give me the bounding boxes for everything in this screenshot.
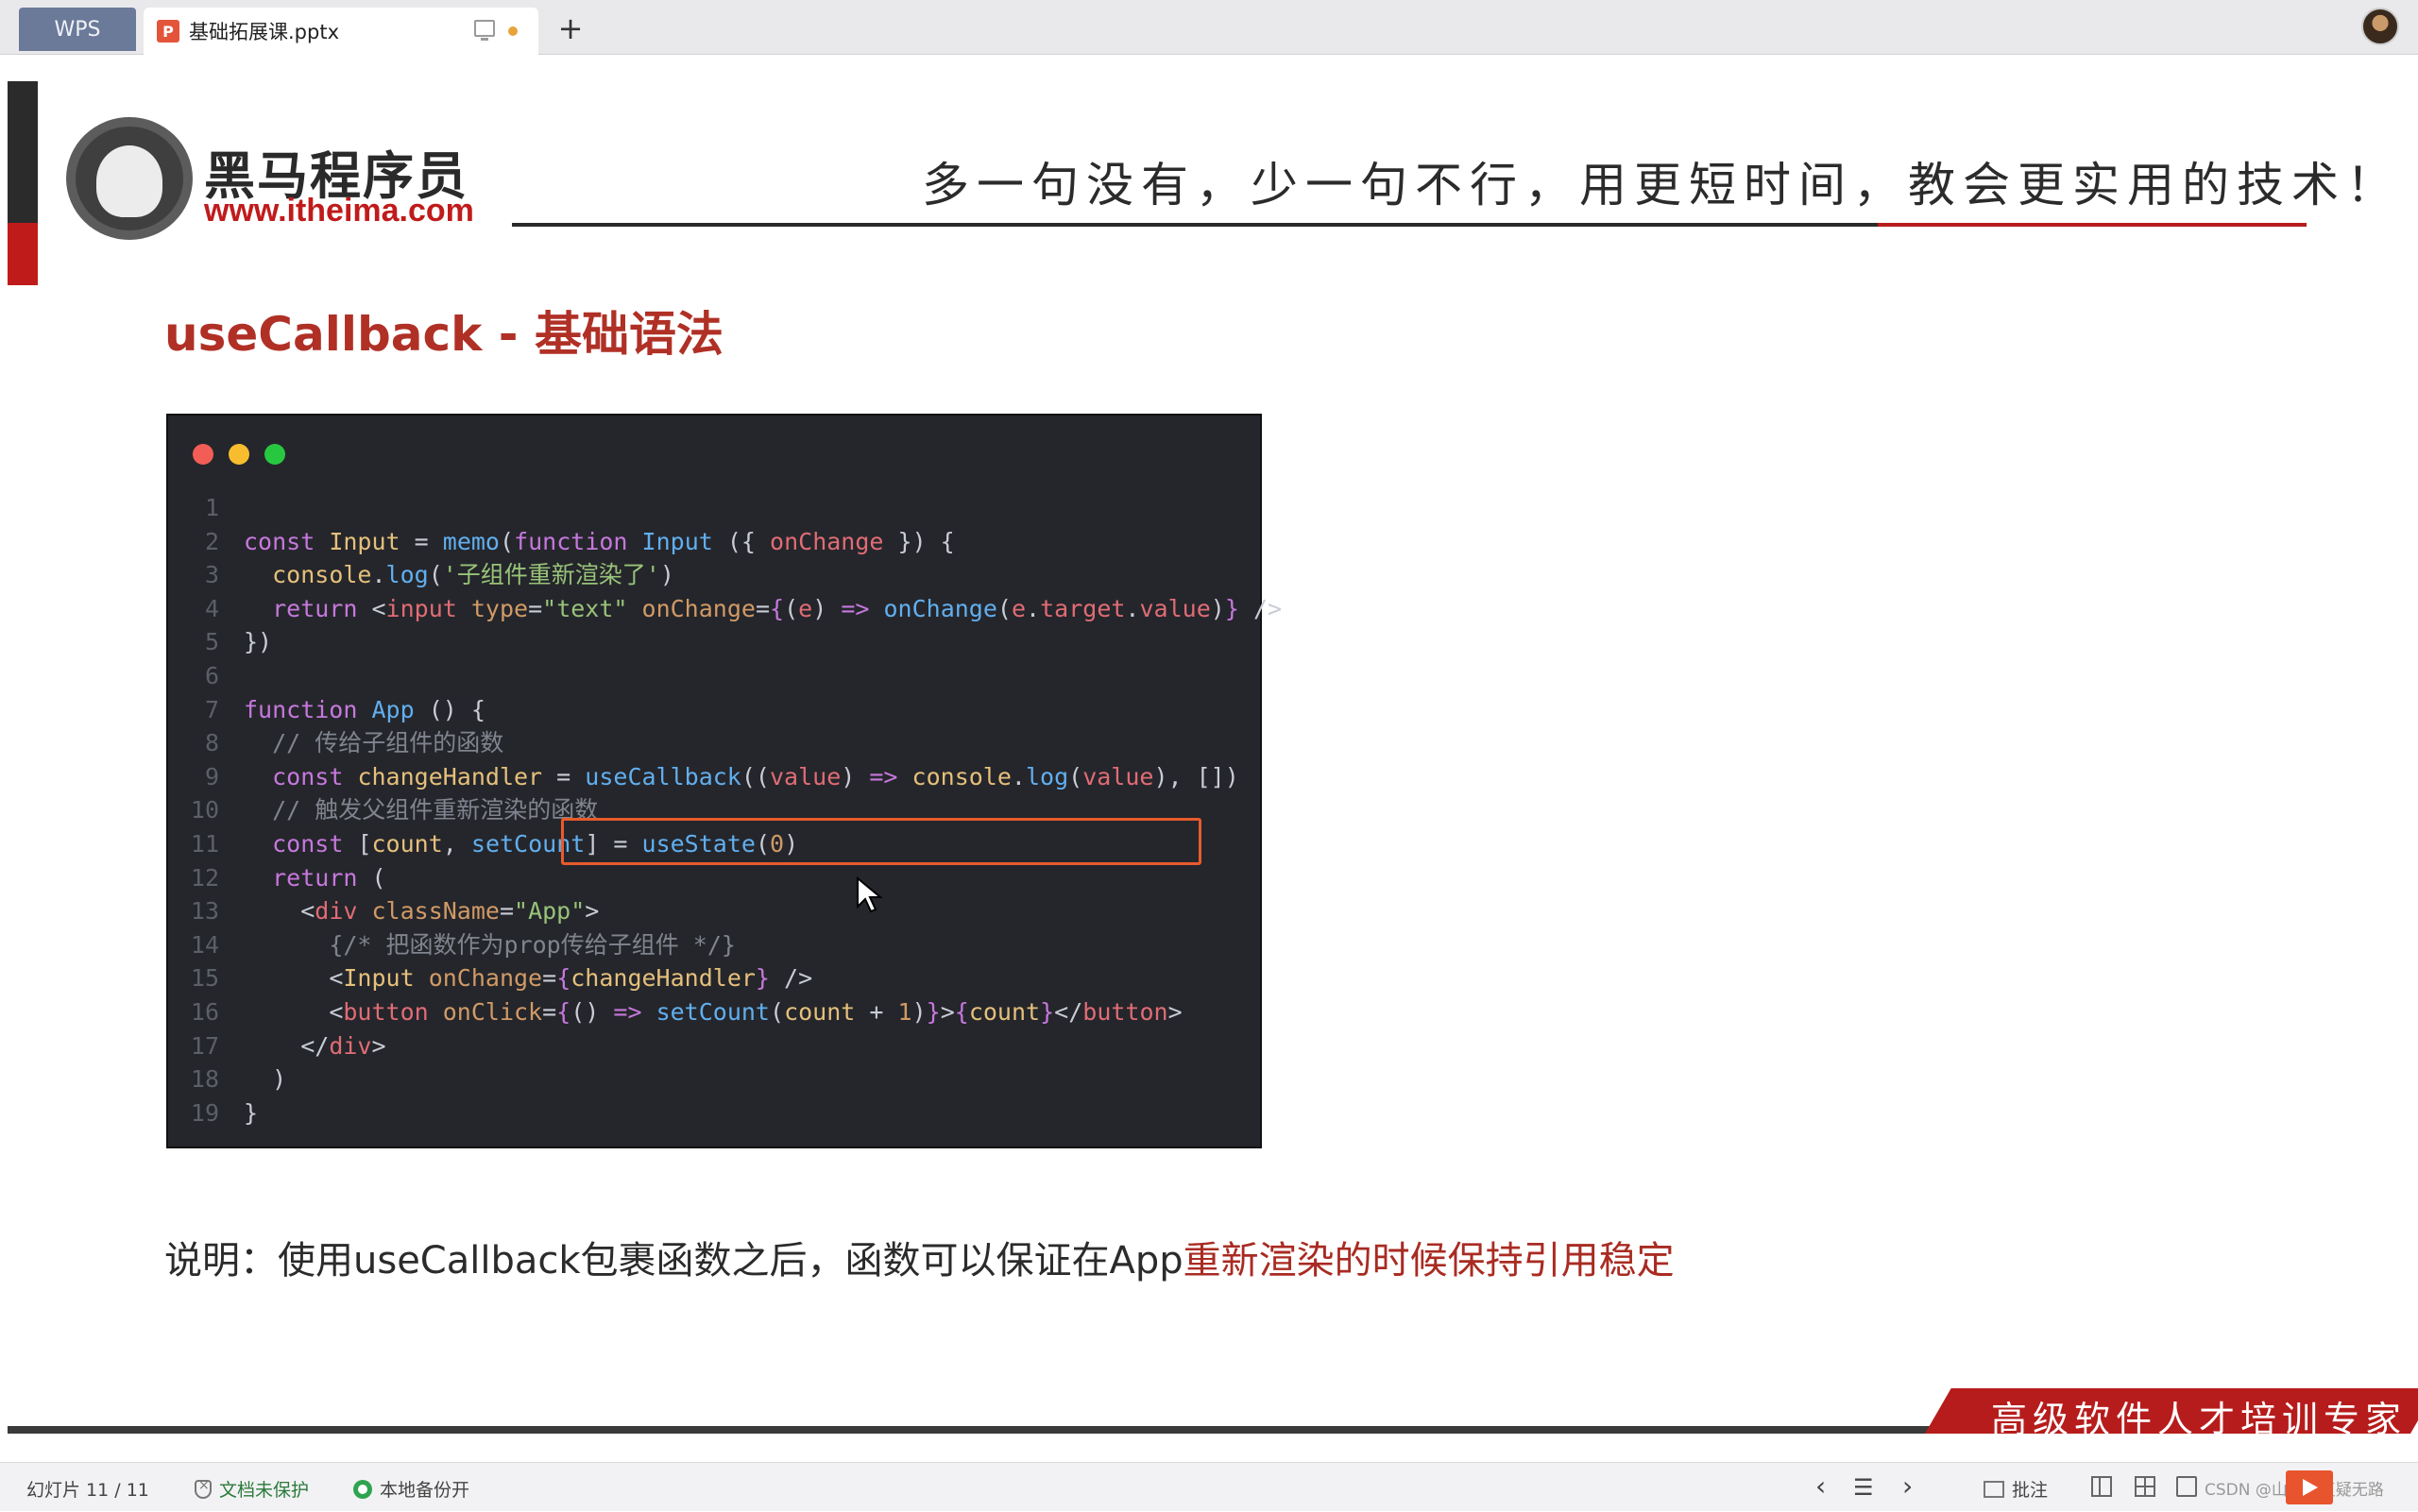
logo-url: www.itheima.com [204, 193, 474, 229]
slide-counter: 幻灯片 11 / 11 [26, 1480, 149, 1501]
explanation-highlight: 重新渲染的时候保持引用稳定 [1183, 1239, 1675, 1283]
line-number: 4 [204, 594, 219, 622]
explanation-main: 说明：使用useCallback包裹函数之后，函数可以保证在App [164, 1239, 1183, 1283]
code-window: 1 2 const Input = memo(function Input ({ … [166, 414, 1282, 1148]
line-number: 1 [204, 494, 219, 521]
code-line: 5}) [168, 625, 1264, 659]
code-line: 1 [168, 491, 1264, 525]
code-comment: {/* 把函数作为prop传给子组件 */} [329, 930, 736, 959]
add-tab-icon[interactable]: + [552, 8, 589, 49]
line-number: 18 [190, 1065, 219, 1094]
line-number: 14 [190, 930, 219, 959]
shield-icon [195, 1478, 212, 1499]
code-line: 4 return <input type="text" onChange={(e… [168, 592, 1282, 626]
slide-title: useCallback - 基础语法 [164, 307, 724, 362]
code-line: 18 ) [168, 1062, 1264, 1096]
line-number: 8 [204, 729, 219, 757]
backup-icon [353, 1479, 372, 1499]
code-line: 15 <Input onChange={changeHandler} /> [168, 961, 1264, 995]
view-grid-icon[interactable] [2135, 1476, 2155, 1497]
code-line: 2 const Input = memo(function Input ({ on… [168, 525, 1264, 559]
window-close-dot [193, 444, 213, 465]
code-comment: // 触发父组件重新渲染的函数 [272, 796, 599, 824]
prev-icon[interactable]: ‹ [1815, 1470, 1826, 1502]
line-number: 16 [190, 997, 219, 1026]
code-line: 17 </div> [168, 1029, 1264, 1063]
code-comment: // 传给子组件的函数 [272, 729, 504, 757]
slogan: 多一句没有，少一句不行，用更短时间，教会更实用的技术！ [922, 158, 2401, 212]
line-number: 19 [190, 1098, 219, 1127]
code-line: 14 {/* 把函数作为prop传给子组件 */} [168, 928, 1264, 962]
doc-protect-status[interactable]: 文档未保护 [195, 1476, 309, 1502]
log-string: '子组件重新渲染了' [442, 561, 660, 589]
code-line: 3 console.log('子组件重新渲染了') [168, 558, 1264, 592]
doc-protect-label: 文档未保护 [219, 1480, 310, 1501]
line-number: 17 [190, 1031, 219, 1060]
code-line: 12 return ( [168, 861, 1264, 895]
line-number: 15 [190, 964, 219, 993]
horse-logo-icon [66, 117, 193, 240]
tab-bar: WPS P 基础拓展课.pptx + [0, 0, 2418, 55]
backup-label: 本地备份开 [380, 1480, 470, 1501]
code-block: 1 2 const Input = memo(function Input ({ … [168, 491, 1282, 1130]
play-icon[interactable] [2286, 1470, 2333, 1504]
next-icon[interactable]: › [1902, 1470, 1913, 1502]
line-number: 9 [204, 762, 219, 790]
slogan-underline-accent [1878, 223, 2307, 227]
line-number: 6 [204, 661, 219, 689]
line-number: 7 [204, 695, 219, 723]
line-number: 10 [190, 796, 219, 824]
code-line: 9 const changeHandler = useCallback((val… [168, 760, 1264, 794]
line-number: 5 [204, 628, 219, 656]
monitor-icon[interactable] [474, 20, 495, 41]
line-number: 3 [204, 561, 219, 589]
line-number: 12 [190, 863, 219, 892]
line-number: 13 [190, 897, 219, 926]
comment-label: 批注 [2012, 1480, 2049, 1501]
tab-document[interactable]: P 基础拓展课.pptx [144, 8, 538, 55]
code-line: 16 <button onClick={() => setCount(count… [168, 995, 1264, 1029]
backup-status[interactable]: 本地备份开 [353, 1476, 469, 1502]
slide-left-bar-dark [8, 81, 38, 223]
avatar[interactable] [2361, 8, 2399, 45]
explanation-text: 说明：使用useCallback包裹函数之后，函数可以保证在App重新渲染的时候… [164, 1230, 1675, 1284]
slide-canvas: 黑马程序员 www.itheima.com 多一句没有，少一句不行，用更短时间，… [8, 81, 2418, 1511]
status-bar: 幻灯片 11 / 11 文档未保护 本地备份开 ‹ ☰ › 批注 CSDN @山… [0, 1462, 2418, 1511]
view-normal-icon[interactable] [2091, 1476, 2112, 1497]
tab-document-title: 基础拓展课.pptx [189, 21, 339, 43]
highlight-box [561, 818, 1201, 865]
mouse-cursor-icon [857, 876, 883, 913]
unsaved-dot-icon [508, 26, 518, 36]
line-number: 11 [190, 829, 219, 858]
list-icon[interactable]: ☰ [1853, 1474, 1874, 1501]
code-line: 8 // 传给子组件的函数 [168, 726, 1264, 760]
tab-wps[interactable]: WPS [19, 8, 136, 51]
code-line: 19} [168, 1096, 1264, 1130]
ppt-icon: P [157, 20, 179, 42]
slide-left-bar-red [8, 223, 38, 285]
line-number: 2 [204, 527, 219, 555]
window-minimize-dot [229, 444, 249, 465]
view-read-icon[interactable] [2176, 1476, 2197, 1497]
window-maximize-dot [264, 444, 285, 465]
code-line: 6 [168, 659, 1264, 693]
comment-button[interactable]: 批注 [1984, 1476, 2048, 1502]
code-line: 7 function App () { [168, 693, 1264, 727]
code-line: 13 <div className="App"> [168, 894, 1264, 928]
comment-icon [1984, 1480, 2004, 1498]
